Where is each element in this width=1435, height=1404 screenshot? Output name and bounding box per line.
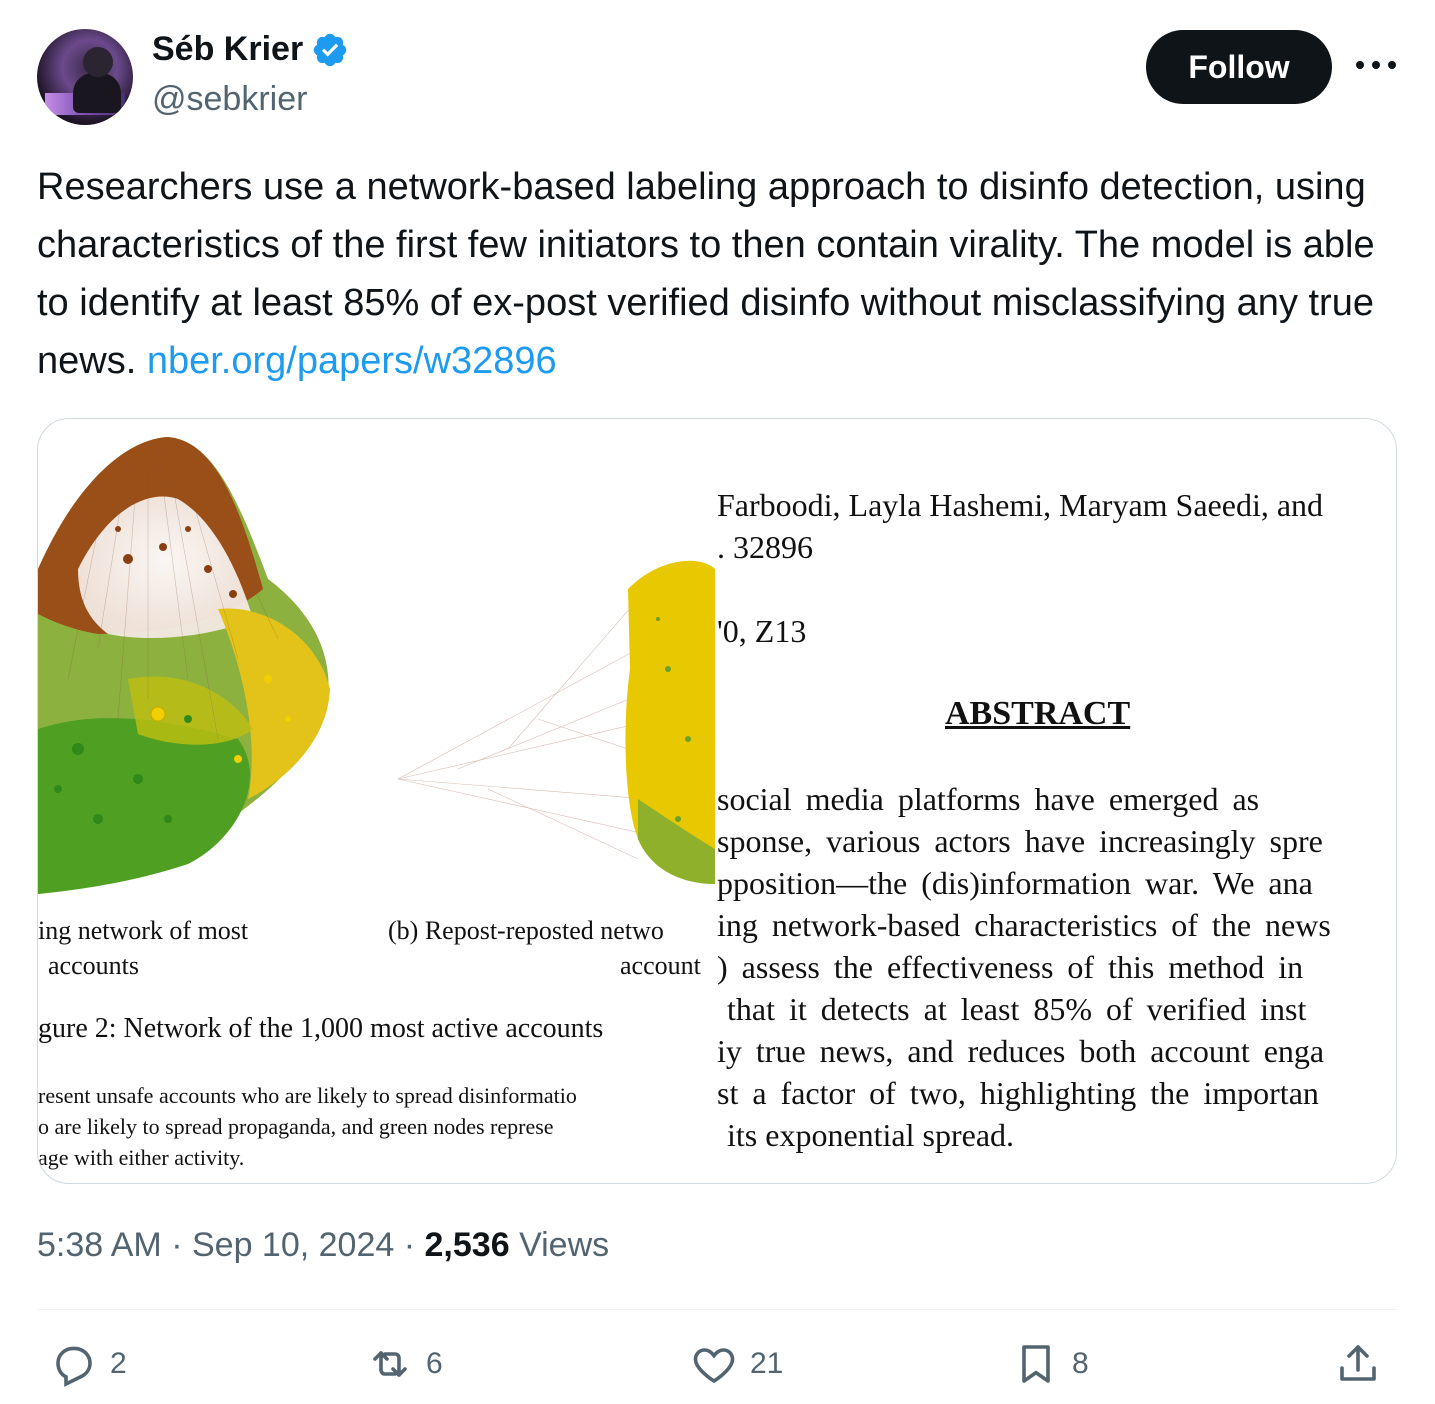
views-label: Views xyxy=(519,1226,610,1264)
tweet-date[interactable]: Sep 10, 2024 xyxy=(192,1226,394,1264)
avatar-body xyxy=(73,73,121,113)
abstract-line: ing network-based characteristics of the… xyxy=(717,907,1331,943)
right-paper-panel: Farboodi, Layla Hashemi, Maryam Saeedi, … xyxy=(715,419,1396,1183)
bookmark-button[interactable]: 8 xyxy=(1012,1340,1089,1388)
abstract-heading: ABSTRACT xyxy=(945,695,1131,732)
like-count: 21 xyxy=(750,1347,784,1380)
follow-button[interactable]: Follow xyxy=(1146,30,1332,104)
like-button[interactable]: 21 xyxy=(690,1340,783,1388)
tweet-time[interactable]: 5:38 AM xyxy=(37,1226,162,1264)
tweet-meta: 5:38 AM · Sep 10, 2024 · 2,536 Views xyxy=(37,1226,609,1265)
share-button[interactable] xyxy=(1334,1340,1382,1388)
author-handle[interactable]: @sebkrier xyxy=(152,80,307,119)
abstract-line: social media platforms have emerged as xyxy=(717,781,1260,817)
reply-button[interactable]: 2 xyxy=(50,1340,127,1388)
views-count: 2,536 xyxy=(424,1226,510,1264)
more-horizontal-icon[interactable] xyxy=(1354,50,1398,80)
bookmark-count: 8 xyxy=(1072,1347,1089,1380)
figure-caption: gure 2: Network of the 1,000 most active… xyxy=(38,1013,604,1044)
heart-icon xyxy=(693,1348,735,1384)
bookmark-icon xyxy=(1022,1345,1050,1383)
abstract-line: iy true news, and reduces both account e… xyxy=(717,1033,1325,1069)
abstract-line: st a factor of two, highlighting the imp… xyxy=(717,1075,1319,1111)
verified-badge-icon xyxy=(313,33,347,66)
share-icon xyxy=(1340,1345,1376,1381)
meta-separator: · xyxy=(403,1226,425,1264)
divider xyxy=(37,1309,1397,1310)
network-graph-a xyxy=(38,437,330,894)
abstract-line: ) assess the effectiveness of this metho… xyxy=(717,949,1304,985)
author-name[interactable]: Séb Krier xyxy=(152,30,303,69)
abstract-line: pposition—the (dis)information war. We a… xyxy=(717,865,1313,901)
avatar-head xyxy=(83,47,113,77)
paper-number: . 32896 xyxy=(717,529,813,565)
repost-count: 6 xyxy=(426,1347,443,1380)
caption-b-line2: account xyxy=(620,951,701,980)
author-name-row[interactable]: Séb Krier xyxy=(152,30,349,69)
repost-button[interactable]: 6 xyxy=(366,1340,443,1388)
repost-icon xyxy=(373,1351,407,1377)
abstract-line: that it detects at least 85% of verified… xyxy=(727,991,1307,1027)
footnote-line2: o are likely to spread propaganda, and g… xyxy=(38,1114,554,1139)
abstract-line: its exponential spread. xyxy=(727,1117,1015,1153)
reply-count: 2 xyxy=(110,1347,127,1380)
paper-authors: Farboodi, Layla Hashemi, Maryam Saeedi, … xyxy=(717,487,1324,523)
tweet-text: Researchers use a network-based labeling… xyxy=(37,158,1407,390)
footnote-line1: resent unsafe accounts who are likely to… xyxy=(38,1083,577,1108)
avatar[interactable] xyxy=(37,29,133,125)
tweet-link[interactable]: nber.org/papers/w32896 xyxy=(147,340,557,382)
caption-a-line2: accounts xyxy=(48,951,139,980)
tweet-media[interactable]: ing network of most accounts (b) Repost-… xyxy=(37,418,1397,1184)
caption-b-line1: (b) Repost-reposted netwo xyxy=(388,916,664,945)
footnote-line3: age with either activity. xyxy=(38,1145,245,1170)
caption-a-line1: ing network of most xyxy=(38,916,249,945)
reply-icon xyxy=(56,1346,92,1387)
abstract-line: sponse, various actors have increasingly… xyxy=(717,823,1323,859)
network-graph-b xyxy=(397,560,715,884)
meta-separator: · xyxy=(171,1226,192,1264)
paper-jel-codes: '0, Z13 xyxy=(717,613,807,649)
